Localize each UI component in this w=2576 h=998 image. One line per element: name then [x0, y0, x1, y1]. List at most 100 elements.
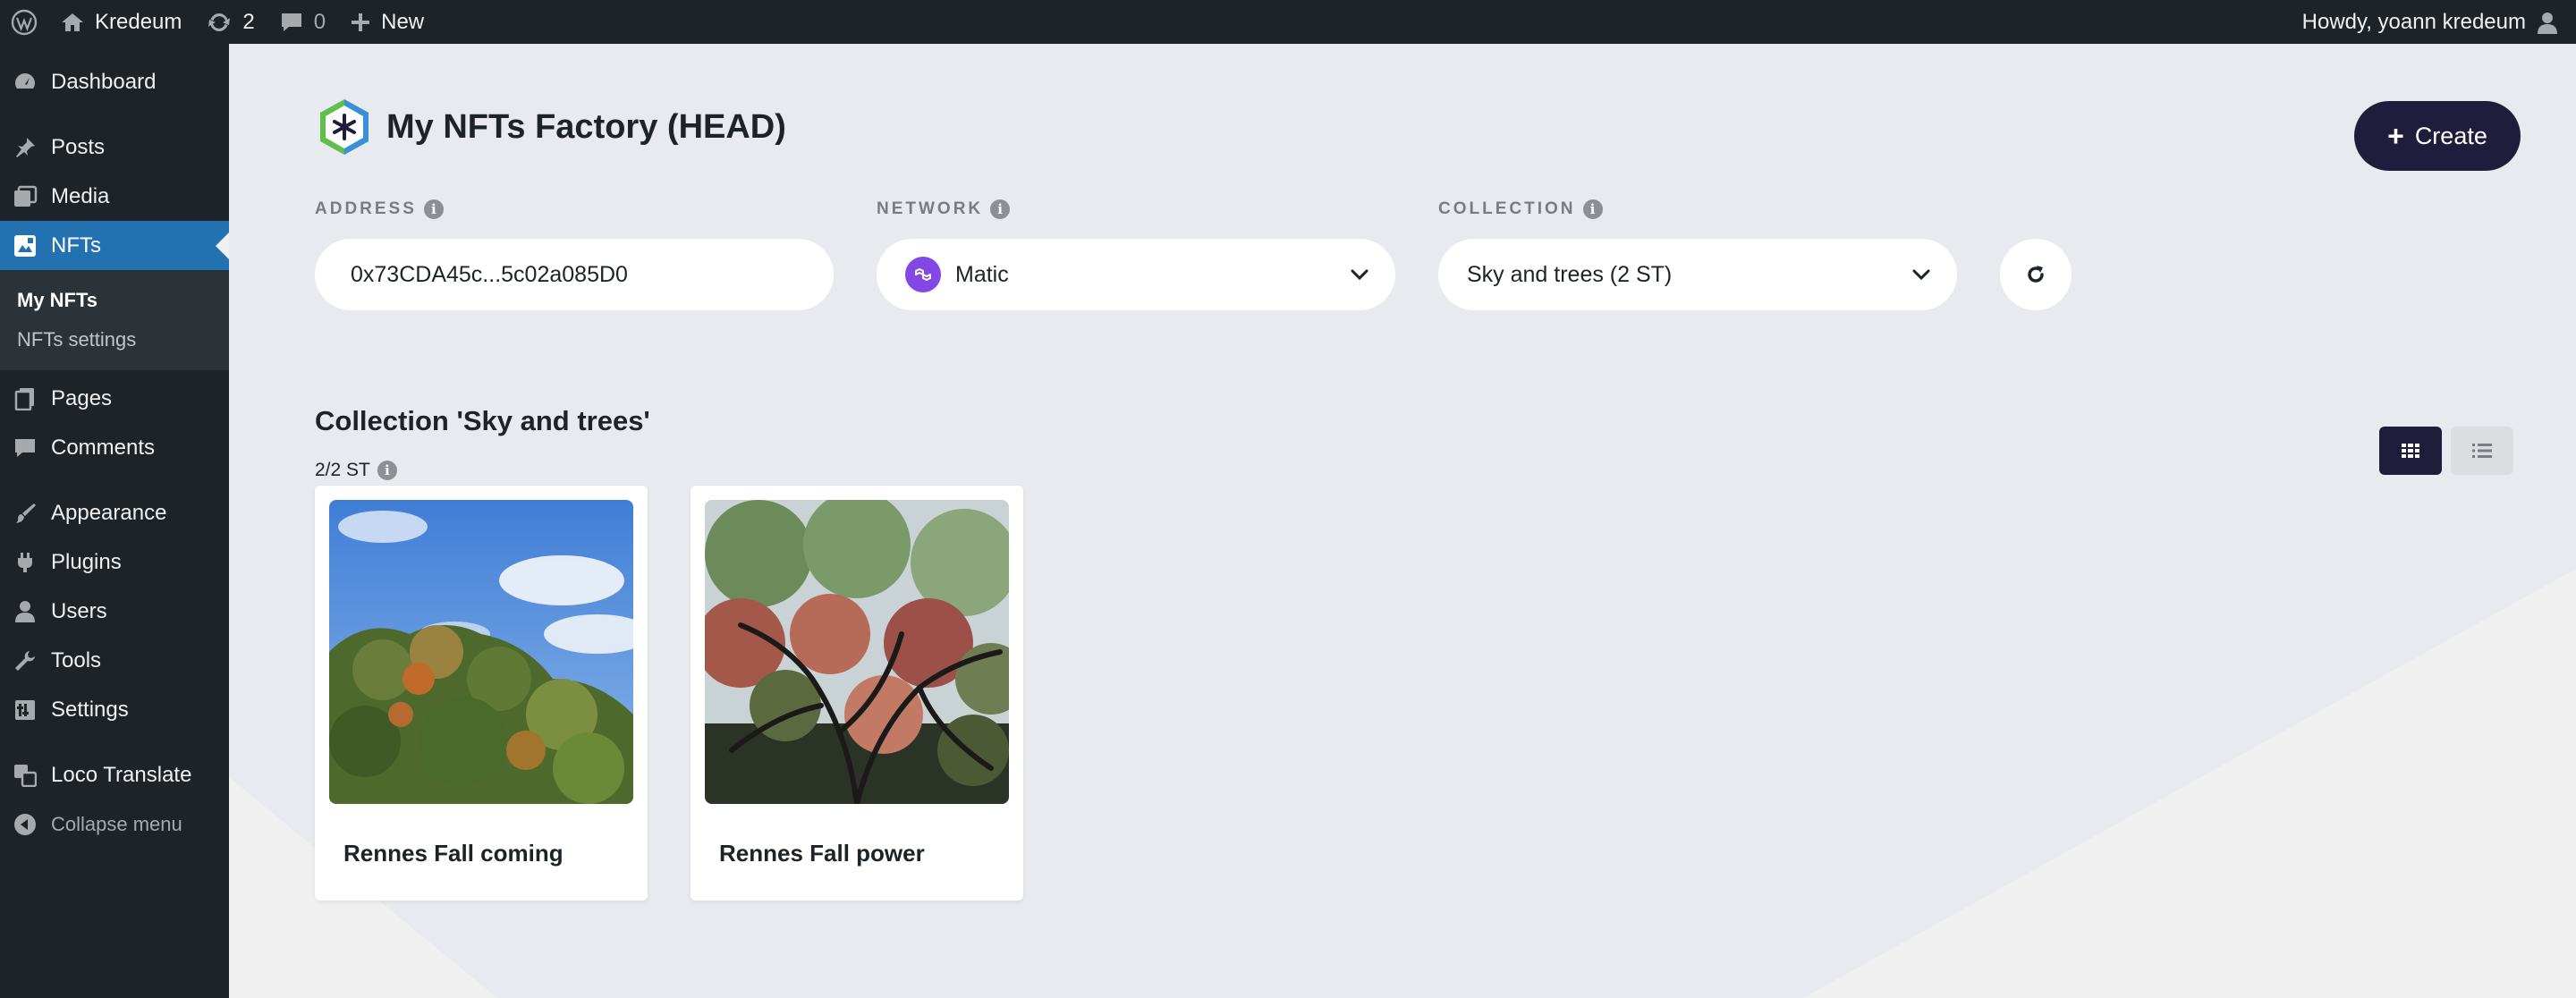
- main-content: My NFTs Factory (HEAD) + Create ADDRESS …: [229, 44, 2576, 998]
- menu-label: Comments: [51, 435, 156, 460]
- menu-plugins[interactable]: Plugins: [0, 537, 229, 587]
- collection-count: 2/2 ST: [315, 460, 370, 480]
- nfts-submenu: My NFTs NFTs settings: [0, 270, 229, 370]
- menu-label: Settings: [51, 697, 129, 722]
- my-account-link[interactable]: Howdy, yoann kredeum: [2290, 0, 2576, 44]
- menu-comments[interactable]: Comments: [0, 423, 229, 472]
- brush-icon: [13, 501, 38, 526]
- chevron-down-icon: [1912, 269, 1930, 280]
- collection-count-row: 2/2 ST i: [315, 460, 397, 481]
- menu-label: Tools: [51, 647, 102, 672]
- admin-bar: Kredeum 2 0 New Howdy, yoann kredeum: [0, 0, 2576, 44]
- nft-name: Rennes Fall power: [719, 840, 925, 867]
- collection-select[interactable]: Sky and trees (2 ST): [1438, 239, 1957, 310]
- updates-icon: [208, 13, 231, 31]
- create-label: Create: [2414, 122, 2487, 149]
- user-icon: [13, 599, 38, 624]
- network-label: NETWORK: [877, 199, 984, 218]
- user-avatar-icon: [2538, 12, 2557, 34]
- plus-icon: +: [2387, 120, 2404, 152]
- collapse-menu-button[interactable]: Collapse menu: [0, 799, 229, 849]
- grid-icon: [2402, 444, 2419, 458]
- page-header: My NFTs Factory (HEAD): [315, 97, 786, 156]
- list-view-button[interactable]: [2451, 427, 2513, 475]
- wrench-icon: [13, 648, 38, 673]
- menu-label: Pages: [51, 385, 113, 410]
- nft-image[interactable]: [705, 500, 1009, 804]
- collapse-label: Collapse menu: [51, 812, 182, 835]
- nft-icon: [13, 233, 38, 258]
- nft-card[interactable]: Rennes Fall coming: [315, 486, 648, 901]
- submenu-nfts-settings[interactable]: NFTs settings: [0, 320, 229, 359]
- menu-label: Plugins: [51, 549, 122, 574]
- menu-label: Dashboard: [51, 69, 157, 94]
- menu-tools[interactable]: Tools: [0, 636, 229, 685]
- info-icon[interactable]: i: [423, 199, 444, 219]
- list-icon: [2472, 444, 2492, 458]
- site-name-link[interactable]: Kredeum: [48, 0, 194, 44]
- pages-icon: [13, 386, 38, 411]
- plug-icon: [13, 550, 38, 575]
- new-label: New: [381, 9, 425, 34]
- comments-icon: [13, 436, 38, 461]
- kredeum-logo-icon: [320, 99, 369, 155]
- grid-view-button[interactable]: [2379, 427, 2442, 475]
- menu-settings[interactable]: Settings: [0, 685, 229, 734]
- address-field[interactable]: 0x73CDA45c...5c02a085D0: [315, 239, 834, 310]
- wordpress-logo-icon[interactable]: [0, 0, 48, 44]
- address-value: 0x73CDA45c...5c02a085D0: [351, 261, 628, 287]
- menu-dashboard[interactable]: Dashboard: [0, 57, 229, 106]
- create-button[interactable]: + Create: [2354, 101, 2521, 171]
- new-content-link[interactable]: New: [338, 0, 436, 44]
- updates-count: 2: [242, 9, 255, 34]
- menu-label: Posts: [51, 134, 106, 159]
- menu-media[interactable]: Media: [0, 172, 229, 221]
- nft-image-sumac-tree: [705, 500, 1009, 804]
- collection-title: Collection 'Sky and trees': [315, 405, 650, 436]
- menu-users[interactable]: Users: [0, 587, 229, 636]
- menu-label: Loco Translate: [51, 762, 192, 787]
- comments-link[interactable]: 0: [267, 0, 338, 44]
- chevron-down-icon: [1351, 269, 1368, 280]
- settings-icon: [13, 698, 38, 723]
- collection-label-row: COLLECTION i: [1438, 199, 1603, 219]
- translate-icon: [13, 763, 38, 788]
- nft-image[interactable]: [329, 500, 633, 804]
- network-select[interactable]: Matic: [877, 239, 1395, 310]
- nft-image-sky-trees: [329, 500, 633, 804]
- refresh-icon: [2028, 266, 2044, 283]
- collection-label: COLLECTION: [1438, 199, 1576, 218]
- address-label-row: ADDRESS i: [315, 199, 444, 219]
- menu-appearance[interactable]: Appearance: [0, 488, 229, 537]
- menu-posts[interactable]: Posts: [0, 123, 229, 172]
- menu-label: NFTs: [51, 233, 101, 258]
- address-label: ADDRESS: [315, 199, 417, 218]
- page-title: My NFTs Factory (HEAD): [386, 107, 786, 146]
- collapse-arrow-icon: [13, 812, 38, 837]
- updates-link[interactable]: 2: [194, 0, 267, 44]
- menu-label: Appearance: [51, 500, 167, 525]
- info-icon[interactable]: i: [1582, 199, 1603, 219]
- admin-sidebar: Dashboard Posts Media NFTs My NFTs NFTs …: [0, 44, 229, 998]
- network-label-row: NETWORK i: [877, 199, 1011, 219]
- site-name: Kredeum: [95, 9, 182, 34]
- plus-icon: [352, 13, 370, 31]
- info-icon[interactable]: i: [377, 461, 397, 480]
- menu-nfts[interactable]: NFTs: [0, 221, 229, 270]
- info-icon[interactable]: i: [990, 199, 1011, 219]
- home-icon: [62, 13, 83, 31]
- howdy-text: Howdy, yoann kredeum: [2301, 9, 2526, 34]
- comments-count: 0: [313, 9, 326, 34]
- refresh-button[interactable]: [2000, 239, 2072, 310]
- menu-pages[interactable]: Pages: [0, 374, 229, 423]
- submenu-my-nfts[interactable]: My NFTs: [0, 281, 229, 320]
- network-value: Matic: [955, 261, 1009, 287]
- comment-bubble-icon: [281, 13, 301, 31]
- menu-label: Media: [51, 183, 110, 208]
- media-icon: [13, 184, 38, 209]
- nft-card[interactable]: Rennes Fall power: [691, 486, 1023, 901]
- menu-loco-translate[interactable]: Loco Translate: [0, 750, 229, 799]
- polygon-matic-icon: [905, 257, 941, 292]
- pin-icon: [13, 135, 38, 160]
- nft-name: Rennes Fall coming: [343, 840, 564, 867]
